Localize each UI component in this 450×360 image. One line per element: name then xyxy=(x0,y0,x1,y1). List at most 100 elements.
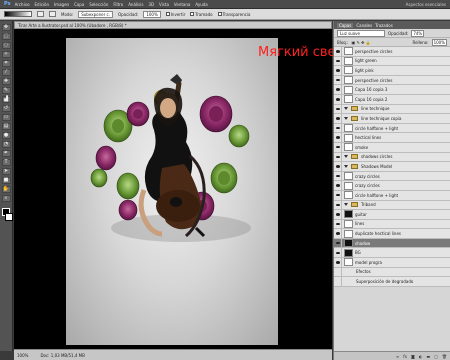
hand-tool-icon[interactable]: ✋ xyxy=(1,186,11,193)
opacity-input[interactable]: 100% xyxy=(143,10,161,18)
blend-mode-select[interactable]: Luz suave xyxy=(337,29,385,37)
visibility-eye-icon[interactable] xyxy=(334,75,342,85)
dodge-tool-icon[interactable]: ◔ xyxy=(1,141,11,148)
visibility-eye-icon[interactable] xyxy=(334,277,342,287)
expand-triangle-icon[interactable] xyxy=(344,155,348,159)
layer-row[interactable]: crazy circles xyxy=(334,181,450,191)
brush-tool-icon[interactable]: ✎ xyxy=(1,87,11,94)
layer-row[interactable]: light green xyxy=(334,56,450,67)
layer-row[interactable]: Efectos xyxy=(334,267,450,278)
layer-row[interactable]: BG xyxy=(334,248,450,259)
visibility-eye-icon[interactable] xyxy=(334,123,342,133)
menu-analisis[interactable]: Análisis xyxy=(128,2,143,7)
transparency-checkbox[interactable]: Transparencia xyxy=(217,12,250,17)
menu-imagen[interactable]: Imagen xyxy=(54,2,69,7)
layer-row[interactable]: crazy circles xyxy=(334,171,450,182)
menu-filtro[interactable]: Filtro xyxy=(113,2,123,7)
visibility-eye-icon[interactable] xyxy=(334,257,342,267)
mode-select[interactable]: Subexponer c. xyxy=(78,10,113,18)
visibility-eye-icon[interactable] xyxy=(334,56,342,66)
magic-wand-tool-icon[interactable]: ✧ xyxy=(1,51,11,58)
visibility-eye-icon[interactable] xyxy=(334,104,342,114)
layer-row[interactable]: Capa 16 copia 2 xyxy=(334,94,450,105)
layer-row[interactable]: circle halftone + light xyxy=(334,123,450,134)
menu-vista[interactable]: Vista xyxy=(159,2,169,7)
layer-row[interactable]: lines xyxy=(334,219,450,230)
mask-icon[interactable]: ◙ xyxy=(411,354,415,359)
expand-triangle-icon[interactable] xyxy=(344,116,348,120)
eraser-tool-icon[interactable]: ▭ xyxy=(1,114,11,121)
layer-row[interactable]: hectical lines xyxy=(334,133,450,143)
visibility-eye-icon[interactable] xyxy=(334,65,342,75)
pen-tool-icon[interactable]: ✒ xyxy=(1,150,11,157)
layer-row[interactable]: model progra xyxy=(334,257,450,268)
visibility-eye-icon[interactable] xyxy=(334,190,342,200)
move-tool-icon[interactable]: ✥ xyxy=(1,24,11,31)
gradient-tool-icon[interactable]: ▤ xyxy=(1,123,11,130)
menu-seleccion[interactable]: Selección xyxy=(89,2,108,7)
layer-opacity-input[interactable]: 74% xyxy=(411,29,425,37)
layer-row[interactable]: perspective circles xyxy=(334,75,450,86)
document-tab[interactable]: Tirar Arte a Ilustrator.psd al 100% (Uba… xyxy=(14,21,332,29)
layer-row[interactable]: line technique copia xyxy=(334,113,450,124)
visibility-eye-icon[interactable] xyxy=(334,94,342,104)
expand-triangle-icon[interactable] xyxy=(344,164,348,168)
invert-checkbox[interactable]: Invertir xyxy=(165,12,185,17)
lasso-tool-icon[interactable]: ◌ xyxy=(1,42,11,49)
visibility-eye-icon[interactable] xyxy=(334,229,342,239)
layer-row[interactable]: Capa 16 copia 3 xyxy=(334,85,450,95)
layer-row[interactable]: Triband xyxy=(334,200,450,211)
blur-tool-icon[interactable]: ● xyxy=(1,132,11,139)
visibility-eye-icon[interactable] xyxy=(334,161,342,171)
visibility-eye-icon[interactable] xyxy=(334,209,342,219)
layer-row[interactable]: perspective circles xyxy=(334,47,450,57)
layer-row[interactable]: light pink xyxy=(334,65,450,76)
visibility-eye-icon[interactable] xyxy=(334,171,342,181)
adjustment-layer-icon[interactable]: ◐ xyxy=(419,354,423,359)
visibility-eye-icon[interactable] xyxy=(334,47,342,56)
workspace-switcher[interactable]: Aspectos esenciales xyxy=(406,2,446,7)
layer-row[interactable]: Shadows Model xyxy=(334,161,450,172)
menu-edicion[interactable]: Edición xyxy=(35,2,49,7)
stamp-tool-icon[interactable]: ▟ xyxy=(1,96,11,103)
background-color-swatch[interactable] xyxy=(4,213,13,221)
shape-tool-icon[interactable]: ■ xyxy=(1,177,11,184)
layer-row[interactable]: shadow xyxy=(334,238,450,249)
layer-row[interactable]: guitar xyxy=(334,209,450,220)
menu-3d[interactable]: 3D xyxy=(148,2,154,7)
layer-row[interactable]: line technique xyxy=(334,104,450,115)
visibility-eye-icon[interactable] xyxy=(334,152,342,162)
layer-style-icon[interactable]: fx xyxy=(403,354,407,359)
healing-tool-icon[interactable]: ✚ xyxy=(1,78,11,85)
history-brush-tool-icon[interactable]: ↺ xyxy=(1,105,11,112)
zoom-level[interactable]: 100% xyxy=(17,353,28,358)
type-tool-icon[interactable]: T xyxy=(1,159,11,166)
path-select-tool-icon[interactable]: ➤ xyxy=(1,168,11,175)
tab-capas[interactable]: Capas xyxy=(337,22,354,28)
expand-triangle-icon[interactable] xyxy=(344,107,348,111)
menu-ventana[interactable]: Ventana xyxy=(174,2,190,7)
menu-archivo[interactable]: Archivo xyxy=(15,2,30,7)
lock-icon[interactable]: ▣ ✎ ✥ 🔒 xyxy=(351,40,370,45)
menu-capa[interactable]: Capa xyxy=(74,2,84,7)
visibility-eye-icon[interactable] xyxy=(334,219,342,229)
layer-row[interactable]: circle halftone + light xyxy=(334,190,450,201)
new-group-icon[interactable]: ▬ xyxy=(426,354,430,359)
tab-trazados[interactable]: Trazados xyxy=(375,23,393,28)
visibility-eye-icon[interactable] xyxy=(334,113,342,123)
layer-row[interactable]: shadows circles xyxy=(334,152,450,163)
layer-row[interactable]: smoke xyxy=(334,142,450,153)
visibility-eye-icon[interactable] xyxy=(334,238,342,248)
visibility-eye-icon[interactable] xyxy=(334,267,342,277)
fill-input[interactable]: 100% xyxy=(431,38,447,46)
trash-icon[interactable]: 🗑 xyxy=(442,354,447,359)
crop-tool-icon[interactable]: ⌗ xyxy=(1,60,11,67)
linear-gradient-icon[interactable] xyxy=(37,11,44,17)
visibility-eye-icon[interactable] xyxy=(334,85,342,95)
tab-canales[interactable]: Canales xyxy=(356,23,372,28)
visibility-eye-icon[interactable] xyxy=(334,248,342,258)
visibility-eye-icon[interactable] xyxy=(334,200,342,210)
visibility-eye-icon[interactable] xyxy=(334,181,342,191)
gradient-picker[interactable] xyxy=(4,11,32,17)
expand-triangle-icon[interactable] xyxy=(344,203,348,207)
